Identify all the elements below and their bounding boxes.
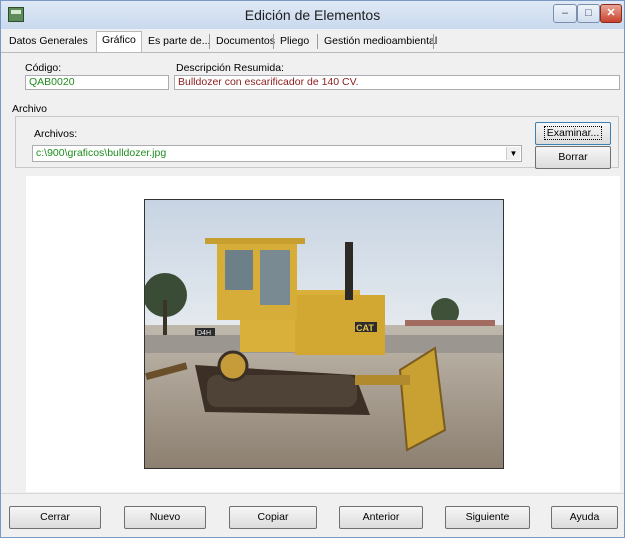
descripcion-field[interactable]: Bulldozer con escarificador de 140 CV. xyxy=(174,75,620,90)
ayuda-button[interactable]: Ayuda xyxy=(551,506,618,529)
tab-documentos[interactable]: Documentos xyxy=(211,33,280,50)
archivos-combo[interactable]: c:\900\graficos\bulldozer.jpg ▼ xyxy=(32,145,522,162)
examinar-button[interactable]: Examinar... xyxy=(535,122,611,145)
main-window: Edición de Elementos – □ ✕ Datos General… xyxy=(0,0,625,538)
chevron-down-icon[interactable]: ▼ xyxy=(506,147,520,160)
tab-separator xyxy=(273,34,274,49)
borrar-button[interactable]: Borrar xyxy=(535,146,611,169)
siguiente-button[interactable]: Siguiente xyxy=(445,506,530,529)
tab-es-parte-de[interactable]: Es parte de... xyxy=(143,33,215,50)
tab-datos-generales[interactable]: Datos Generales xyxy=(4,33,93,50)
cat-badge-text: CAT xyxy=(356,323,374,333)
tab-separator xyxy=(433,34,434,49)
bulldozer-photo: CAT D4H xyxy=(144,199,504,469)
copiar-button[interactable]: Copiar xyxy=(229,506,317,529)
cerrar-button[interactable]: Cerrar xyxy=(9,506,101,529)
tab-gestion-medioambiental[interactable]: Gestión medioambiental xyxy=(319,33,442,50)
examinar-label: Examinar... xyxy=(543,126,603,140)
archivos-label: Archivos: xyxy=(34,128,78,140)
archivos-path: c:\900\graficos\bulldozer.jpg xyxy=(36,147,167,159)
tab-bar: Datos Generales Gráfico Es parte de... D… xyxy=(1,29,624,53)
maximize-button[interactable]: □ xyxy=(577,4,600,23)
codigo-field[interactable]: QAB0020 xyxy=(25,75,169,90)
minimize-button[interactable]: – xyxy=(553,4,577,23)
nuevo-button[interactable]: Nuevo xyxy=(124,506,206,529)
bottom-separator xyxy=(1,493,624,494)
model-badge-text: D4H xyxy=(197,330,211,337)
tab-separator xyxy=(209,34,210,49)
archivo-section-label: Archivo xyxy=(12,103,48,115)
window-title: Edición de Elementos xyxy=(244,7,381,23)
tab-pliego[interactable]: Pliego xyxy=(275,33,314,50)
close-button[interactable]: ✕ xyxy=(600,4,622,23)
descripcion-label: Descripción Resumida: xyxy=(176,62,284,74)
tab-grafico[interactable]: Gráfico xyxy=(96,31,142,52)
title-bar: Edición de Elementos – □ ✕ xyxy=(1,1,624,29)
tab-separator xyxy=(317,34,318,49)
anterior-button[interactable]: Anterior xyxy=(339,506,423,529)
codigo-label: Código: xyxy=(25,62,62,74)
